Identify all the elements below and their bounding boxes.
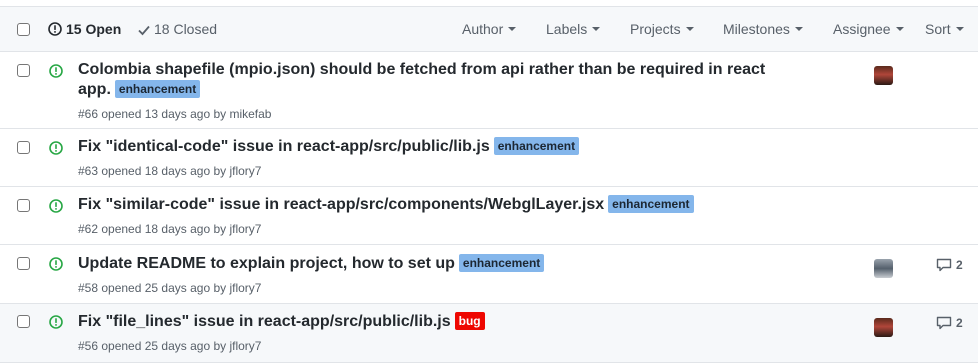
issue-row: Update README to explain project, how to… xyxy=(0,245,978,304)
issue-meta: #58 opened 25 days ago by jflory7 xyxy=(78,281,262,295)
author-filter-label: Author xyxy=(462,21,504,37)
issue-meta: #56 opened 25 days ago by jflory7 xyxy=(78,339,262,353)
projects-filter-label: Projects xyxy=(630,21,681,37)
issues-list-header: 15 Open 18 Closed Author Labels Projects… xyxy=(0,6,978,52)
labels-filter-label: Labels xyxy=(546,21,588,37)
chevron-down-icon xyxy=(592,27,601,31)
issue-row: Fix "file_lines" issue in react-app/src/… xyxy=(0,304,978,363)
enhancement-label[interactable]: enhancement xyxy=(608,195,694,213)
milestones-filter-label: Milestones xyxy=(723,21,790,37)
issue-opened-icon xyxy=(49,315,63,329)
issue-opened-icon xyxy=(49,64,63,78)
comment-icon xyxy=(936,316,952,330)
issue-row: Fix "similar-code" issue in react-app/sr… xyxy=(0,187,978,245)
issue-title-link[interactable]: Fix "identical-code" issue in react-app/… xyxy=(78,138,490,155)
issue-title-line: Fix "file_lines" issue in react-app/src/… xyxy=(78,312,768,332)
assignee-avatar[interactable] xyxy=(874,318,893,337)
issue-checkbox[interactable] xyxy=(17,199,30,212)
open-issues-count: 15 Open xyxy=(66,21,122,37)
sort-filter-label: Sort xyxy=(925,21,951,37)
issue-opened-icon xyxy=(49,141,63,155)
comment-count: 2 xyxy=(956,258,963,272)
issue-title-link[interactable]: Update README to explain project, how to… xyxy=(78,255,455,272)
closed-issues-count: 18 Closed xyxy=(154,21,218,37)
projects-filter[interactable]: Projects xyxy=(630,20,694,38)
open-issues-tab[interactable]: 15 Open xyxy=(48,20,121,38)
issue-opened-icon xyxy=(49,199,63,213)
enhancement-label[interactable]: enhancement xyxy=(493,137,580,155)
assignee-avatar[interactable] xyxy=(874,66,893,85)
issue-checkbox[interactable] xyxy=(17,64,30,77)
assignee-filter-label: Assignee xyxy=(833,21,891,37)
comment-icon xyxy=(936,258,952,272)
issue-row: Fix "identical-code" issue in react-app/… xyxy=(0,129,978,187)
chevron-down-icon xyxy=(685,27,694,31)
check-icon xyxy=(138,25,150,36)
issue-opened-icon xyxy=(48,22,62,36)
issue-row: Colombia shapefile (mpio.json) should be… xyxy=(0,52,978,129)
milestones-filter[interactable]: Milestones xyxy=(723,20,803,38)
issue-title-link[interactable]: Fix "similar-code" issue in react-app/sr… xyxy=(78,196,604,213)
closed-issues-tab[interactable]: 18 Closed xyxy=(138,20,217,38)
bug-label[interactable]: bug xyxy=(454,312,485,330)
assignee-avatar[interactable] xyxy=(874,259,893,278)
issue-title-link[interactable]: Fix "file_lines" issue in react-app/src/… xyxy=(78,313,451,330)
sort-filter[interactable]: Sort xyxy=(925,20,964,38)
assignee-filter[interactable]: Assignee xyxy=(833,20,904,38)
enhancement-label[interactable]: enhancement xyxy=(458,254,545,272)
issues-list: 15 Open 18 Closed Author Labels Projects… xyxy=(0,0,978,363)
issue-checkbox[interactable] xyxy=(17,315,30,328)
issue-title-line: Update README to explain project, how to… xyxy=(78,254,768,274)
issue-opened-icon xyxy=(49,257,63,271)
comments-link[interactable]: 2 xyxy=(936,315,963,331)
labels-filter[interactable]: Labels xyxy=(546,20,601,38)
issue-meta: #66 opened 13 days ago by mikefab xyxy=(78,107,272,121)
comments-link[interactable]: 2 xyxy=(936,257,963,273)
select-all-checkbox[interactable] xyxy=(17,23,30,36)
chevron-down-icon xyxy=(955,27,964,31)
issue-meta: #63 opened 18 days ago by jflory7 xyxy=(78,164,262,178)
chevron-down-icon xyxy=(895,27,904,31)
issue-checkbox[interactable] xyxy=(17,257,30,270)
issue-title-line: Colombia shapefile (mpio.json) should be… xyxy=(78,60,768,100)
issue-title-line: Fix "identical-code" issue in react-app/… xyxy=(78,137,768,157)
enhancement-label[interactable]: enhancement xyxy=(114,80,201,98)
chevron-down-icon xyxy=(794,27,803,31)
chevron-down-icon xyxy=(508,27,517,31)
issue-checkbox[interactable] xyxy=(17,141,30,154)
author-filter[interactable]: Author xyxy=(462,20,517,38)
comment-count: 2 xyxy=(956,316,963,330)
issue-title-line: Fix "similar-code" issue in react-app/sr… xyxy=(78,195,768,215)
issue-meta: #62 opened 18 days ago by jflory7 xyxy=(78,222,262,236)
